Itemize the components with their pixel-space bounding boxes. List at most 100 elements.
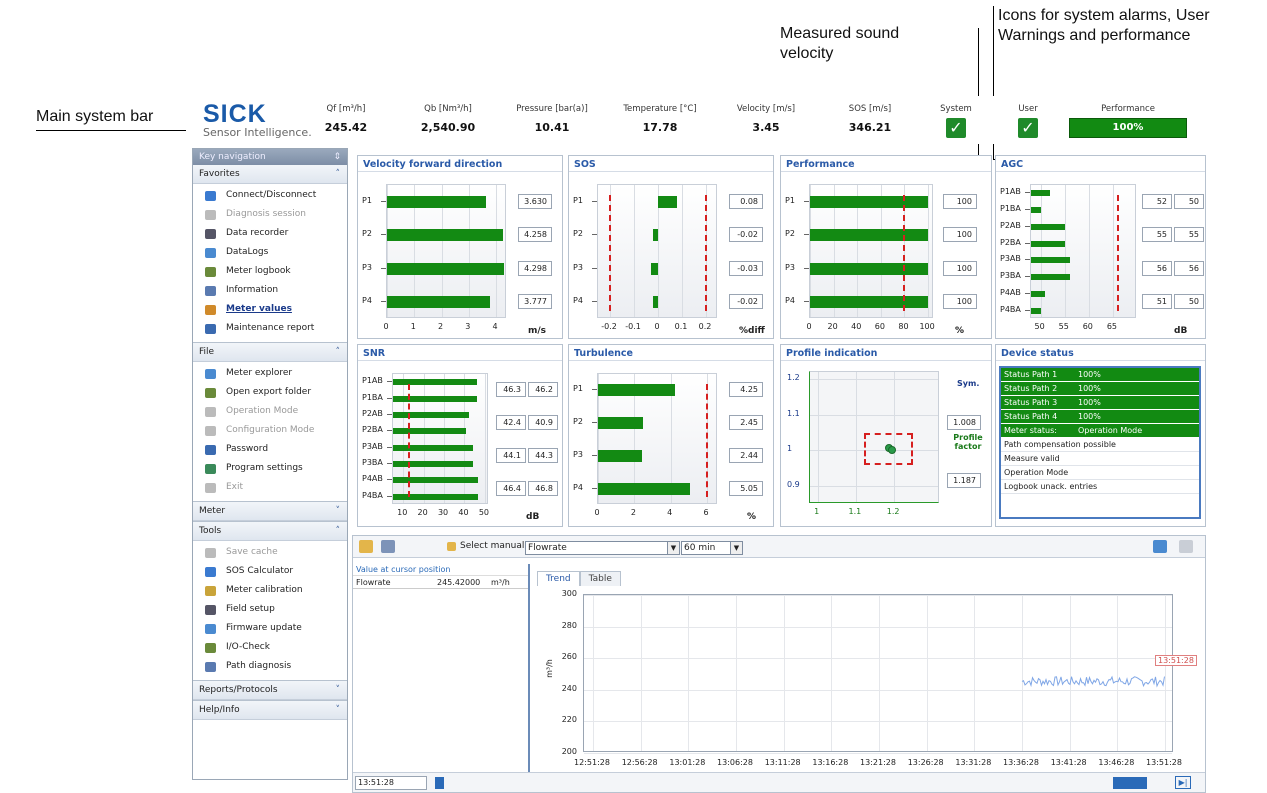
limit-line <box>1116 195 1119 311</box>
sidebar-item[interactable]: Maintenance report <box>193 319 347 338</box>
measure-value: 346.21 <box>848 121 892 134</box>
data-bar <box>650 262 658 275</box>
nav-group-title: Meter <box>199 506 226 516</box>
sidebar-item-label: Meter calibration <box>226 585 303 595</box>
row-tick <box>592 267 597 269</box>
x-tick-label: 50 <box>478 508 489 517</box>
row-label: P2AB <box>1000 220 1021 230</box>
jump-to-end-icon[interactable]: ▶| <box>1175 776 1191 789</box>
cache-icon <box>205 547 216 558</box>
sidebar-item[interactable]: Password <box>193 440 347 459</box>
sidebar-item[interactable]: Meter logbook <box>193 262 347 281</box>
row-label: P4 <box>573 296 583 306</box>
sidebar-item[interactable]: Exit <box>193 478 347 497</box>
sidebar-item[interactable]: Meter explorer <box>193 364 347 383</box>
row-label: P2 <box>785 229 795 239</box>
system-ok-icon[interactable]: ✓ <box>946 118 966 138</box>
sidebar-item[interactable]: Operation Mode <box>193 402 347 421</box>
cursor-unit: m³/h <box>491 578 510 587</box>
sidebar-item-label: Password <box>226 444 269 454</box>
sidebar-item[interactable]: DataLogs <box>193 243 347 262</box>
row-label: P3AB <box>362 441 383 451</box>
exit-icon <box>205 482 216 493</box>
panel-title: Profile indication <box>781 345 991 361</box>
export-trend-icon[interactable] <box>381 540 395 553</box>
data-bar <box>1031 190 1051 197</box>
sidebar-item[interactable]: Configuration Mode <box>193 421 347 440</box>
nav-group-header[interactable]: Meter ˅ <box>193 502 347 521</box>
nav-group-meter: Meter ˅ <box>193 502 347 522</box>
print-icon[interactable] <box>1179 540 1193 553</box>
data-bar <box>393 379 478 386</box>
chevron-down-icon[interactable]: ˅ <box>336 502 341 521</box>
status-time: 13:51:28 <box>355 776 427 790</box>
interval-select[interactable]: 60 min ▼ <box>681 541 743 555</box>
sidebar-item[interactable]: Path diagnosis <box>193 657 347 676</box>
sidebar-item[interactable]: Connect/Disconnect <box>193 186 347 205</box>
symmetry-label: Sym. <box>957 379 980 388</box>
value-box: 4.298 <box>518 260 552 276</box>
nav-group-help-info: Help/Info ˅ <box>193 701 347 720</box>
chevron-up-icon[interactable]: ˄ <box>336 343 341 362</box>
tab-trend[interactable]: Trend <box>537 571 580 586</box>
quantity-select[interactable]: Flowrate ▼ <box>525 541 680 555</box>
tab-table[interactable]: Table <box>579 571 621 586</box>
x-tick-label: 1 <box>814 507 820 516</box>
status-name: Status Path 3 <box>1004 398 1058 407</box>
nav-group-header[interactable]: Reports/Protocols ˅ <box>193 681 347 700</box>
row-tick <box>1025 242 1030 244</box>
sidebar-item[interactable]: SOS Calculator <box>193 562 347 581</box>
x-tick-label: 13:51:28 <box>1146 758 1182 767</box>
sidebar-item[interactable]: Data recorder <box>193 224 347 243</box>
sidebar-item[interactable]: Save cache <box>193 543 347 562</box>
row-tick <box>387 413 392 415</box>
data-bar <box>598 417 643 430</box>
sidebar-item[interactable]: Diagnosis session <box>193 205 347 224</box>
timeline-scroll-range[interactable] <box>1113 777 1147 789</box>
select-manually-button[interactable]: Select manually <box>447 541 532 551</box>
sidebar-item[interactable]: Firmware update <box>193 619 347 638</box>
row-tick <box>381 234 386 236</box>
performance-bar[interactable]: 100% <box>1069 118 1187 138</box>
sidebar-item[interactable]: Meter values <box>193 300 347 319</box>
user-ok-icon[interactable]: ✓ <box>1018 118 1038 138</box>
sidebar-item[interactable]: Open export folder <box>193 383 347 402</box>
timeline-scroll-thumb[interactable] <box>435 777 444 789</box>
sidebar-item[interactable]: Meter calibration <box>193 581 347 600</box>
diagnosis-icon <box>205 209 216 220</box>
layout-icon[interactable] <box>1153 540 1167 553</box>
nav-group-header[interactable]: Help/Info ˅ <box>193 701 347 720</box>
trend-chart[interactable] <box>583 594 1173 754</box>
chevron-down-icon[interactable]: ▼ <box>730 542 742 554</box>
row-label: P3BA <box>362 458 383 468</box>
interval-select-value: 60 min <box>684 543 716 553</box>
sidebar-item[interactable]: I/O-Check <box>193 638 347 657</box>
panel-title: SNR <box>358 345 562 361</box>
chevron-up-icon[interactable]: ˄ <box>336 522 341 541</box>
callout-main-system-bar: Main system bar <box>36 108 154 125</box>
sidebar-item[interactable]: Program settings <box>193 459 347 478</box>
logbook-icon <box>205 266 216 277</box>
row-label: P2 <box>573 229 583 239</box>
value-box: -0.02 <box>729 294 763 310</box>
chevron-down-icon[interactable]: ˅ <box>336 681 341 700</box>
nav-group-header[interactable]: Tools ˄ <box>193 522 347 541</box>
sidebar-item[interactable]: Information <box>193 281 347 300</box>
pin-icon[interactable]: ⇕ <box>333 149 341 165</box>
chevron-down-icon[interactable]: ˅ <box>336 701 341 720</box>
gridline <box>423 374 425 503</box>
data-bar <box>598 482 690 495</box>
add-trend-icon[interactable] <box>359 540 373 553</box>
plot-area <box>1030 184 1136 318</box>
value-box: 0.08 <box>729 193 763 209</box>
row-tick <box>387 479 392 481</box>
performance-status[interactable]: Performance 100% <box>1058 96 1198 138</box>
chevron-up-icon[interactable]: ˄ <box>336 165 341 184</box>
row-label: P3 <box>785 262 795 272</box>
chevron-down-icon[interactable]: ▼ <box>667 542 679 554</box>
nav-group-header[interactable]: File ˄ <box>193 343 347 362</box>
row-label: P4BA <box>362 490 383 500</box>
nav-group-header[interactable]: Favorites ˄ <box>193 165 347 184</box>
callout-line <box>36 130 186 131</box>
sidebar-item[interactable]: Field setup <box>193 600 347 619</box>
